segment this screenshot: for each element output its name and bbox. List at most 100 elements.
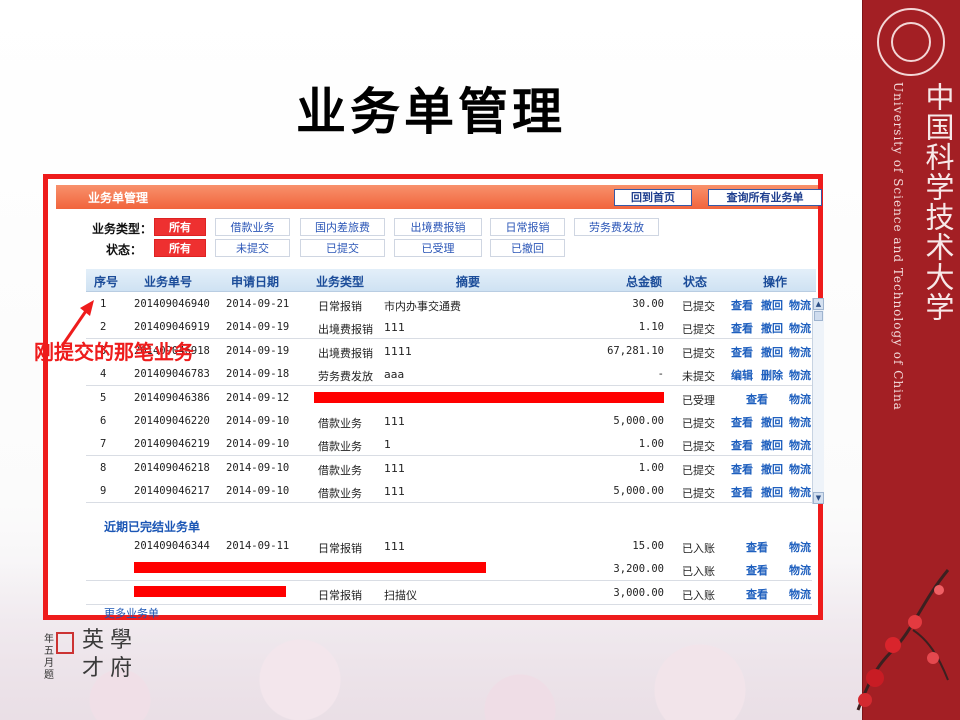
row-date: 2014-09-19 — [226, 321, 290, 334]
query-all-button[interactable]: 查询所有业务单 — [708, 189, 822, 206]
status-chip-accepted[interactable]: 已受理 — [394, 239, 482, 257]
row-type: 借款业务 — [318, 487, 362, 501]
type-chip-labor[interactable]: 劳务费发放 — [574, 218, 659, 236]
row-action-1[interactable]: 查看 — [731, 414, 753, 430]
row-action-view[interactable]: 查看 — [746, 539, 768, 555]
type-filter-label: 业务类型： — [92, 222, 153, 236]
row-no: 7 — [100, 438, 107, 451]
scroll-up-icon[interactable]: ▲ — [813, 298, 824, 310]
row-id: 201409046344 — [134, 540, 210, 552]
brand-name-en: University of Science and Technology of … — [891, 82, 905, 411]
row-no: 4 — [100, 368, 107, 381]
row-action-logistics[interactable]: 物流 — [789, 344, 811, 360]
row-summary: 111 — [384, 540, 405, 553]
table-row: 6 201409046220 2014-09-10 借款业务 111 5,000.00 已提… — [86, 409, 812, 433]
row-date: 2014-09-12 — [226, 391, 290, 404]
col-status: 状态 — [683, 275, 708, 289]
redaction-bar — [134, 585, 286, 597]
status-chip-unsubmitted[interactable]: 未提交 — [215, 239, 290, 257]
row-action-1[interactable]: 查看 — [746, 391, 768, 407]
row-action-logistics[interactable]: 物流 — [789, 484, 811, 500]
row-action-1[interactable]: 查看 — [731, 484, 753, 500]
row-no: 9 — [100, 485, 107, 498]
row-action-logistics[interactable]: 物流 — [789, 539, 811, 555]
row-action-1[interactable]: 查看 — [731, 461, 753, 477]
scroll-down-icon[interactable]: ▼ — [813, 492, 824, 504]
row-action-logistics[interactable]: 物流 — [789, 414, 811, 430]
row-status: 已提交 — [682, 346, 715, 360]
row-summary: 1 — [384, 438, 391, 452]
more-link[interactable]: 更多业务单 — [104, 605, 159, 621]
type-chip-loan[interactable]: 借款业务 — [215, 218, 290, 236]
row-no: 5 — [100, 391, 107, 404]
row-id: 201409046217 — [134, 485, 210, 498]
calligraphy-inscription: 年五月题 英 才 學 府 — [44, 624, 144, 704]
row-status: 已入账 — [682, 542, 715, 555]
calligraphy-4: 府 — [110, 656, 133, 681]
university-seal-icon — [877, 8, 945, 76]
row-action-view[interactable]: 查看 — [746, 586, 768, 602]
brand-bar: 中国科学技术大学 University of Science and Techn… — [856, 0, 960, 720]
scroll-thumb[interactable] — [814, 311, 823, 321]
row-action-2[interactable]: 撤回 — [761, 344, 783, 360]
row-action-2[interactable]: 撤回 — [761, 320, 783, 336]
row-summary: 111 — [384, 415, 405, 428]
type-chip-overseas[interactable]: 出境费报销 — [394, 218, 482, 236]
row-status: 已提交 — [682, 440, 715, 454]
type-chip-daily[interactable]: 日常报销 — [490, 218, 565, 236]
table-row: 8 201409046218 2014-09-10 借款业务 111 1.00 已提交 查看撤… — [86, 455, 812, 480]
type-chip-all[interactable]: 所有 — [154, 218, 206, 236]
status-chip-all[interactable]: 所有 — [154, 239, 206, 257]
col-no: 序号 — [94, 275, 119, 289]
row-id: 201409046220 — [134, 415, 210, 427]
row-amount: 67,281.10 — [607, 344, 664, 357]
row-date: 2014-09-19 — [226, 344, 290, 357]
row-action-logistics[interactable]: 物流 — [789, 391, 811, 407]
status-chip-withdrawn[interactable]: 已撤回 — [490, 239, 565, 257]
row-action-2[interactable]: 删除 — [761, 367, 783, 383]
row-id: 201409046219 — [134, 438, 210, 451]
row-type: 日常报销 — [318, 542, 362, 555]
completed-section-title: 近期已完结业务单 — [104, 520, 201, 534]
table-scrollbar[interactable]: ▲ ▼ — [812, 298, 824, 504]
annotation-text: 刚提交的那笔业务 — [34, 340, 194, 364]
row-action-logistics[interactable]: 物流 — [789, 562, 811, 578]
row-action-1[interactable]: 查看 — [731, 344, 753, 360]
row-action-logistics[interactable]: 物流 — [789, 461, 811, 477]
row-action-logistics[interactable]: 物流 — [789, 586, 811, 602]
seal-stamp-icon — [56, 632, 74, 654]
row-action-2[interactable]: 撤回 — [761, 461, 783, 477]
row-type: 日常报销 — [318, 588, 362, 602]
row-action-1[interactable]: 编辑 — [731, 367, 753, 383]
row-type: 借款业务 — [318, 440, 362, 454]
row-action-2[interactable]: 撤回 — [761, 437, 783, 453]
row-action-2[interactable]: 撤回 — [761, 414, 783, 430]
row-action-1[interactable]: 查看 — [731, 437, 753, 453]
row-action-logistics[interactable]: 物流 — [789, 297, 811, 313]
row-action-view[interactable]: 查看 — [746, 562, 768, 578]
status-chip-submitted[interactable]: 已提交 — [300, 239, 385, 257]
row-status: 已入账 — [682, 588, 715, 602]
row-action-logistics[interactable]: 物流 — [789, 437, 811, 453]
completed-row: 日常报销 扫描仪 3,000.00 已入账 查看 物流 — [86, 580, 812, 605]
status-filter-label: 状态： — [106, 243, 143, 257]
row-action-1[interactable]: 查看 — [731, 297, 753, 313]
row-type: 劳务费发放 — [318, 370, 373, 384]
row-action-1[interactable]: 查看 — [731, 320, 753, 336]
row-action-logistics[interactable]: 物流 — [789, 367, 811, 383]
row-summary: 111 — [384, 321, 405, 335]
row-status: 已入账 — [682, 565, 715, 579]
type-chip-domestic-travel[interactable]: 国内差旅费 — [300, 218, 385, 236]
row-action-2[interactable]: 撤回 — [761, 297, 783, 313]
col-type: 业务类型 — [316, 275, 365, 289]
redaction-bar — [134, 562, 486, 574]
home-button[interactable]: 回到首页 — [614, 189, 692, 206]
row-type: 借款业务 — [318, 417, 362, 430]
row-action-2[interactable]: 撤回 — [761, 484, 783, 500]
table-row: 3 201409046918 2014-09-19 出境费报销 1111 67,281.1… — [86, 338, 812, 363]
row-id: 201409046218 — [134, 461, 210, 474]
row-action-logistics[interactable]: 物流 — [789, 320, 811, 336]
col-amount: 总金额 — [626, 275, 663, 289]
brand-name-cn: 中国科学技术大学 — [921, 82, 955, 322]
calligraphy-small: 年五月题 — [44, 634, 54, 681]
